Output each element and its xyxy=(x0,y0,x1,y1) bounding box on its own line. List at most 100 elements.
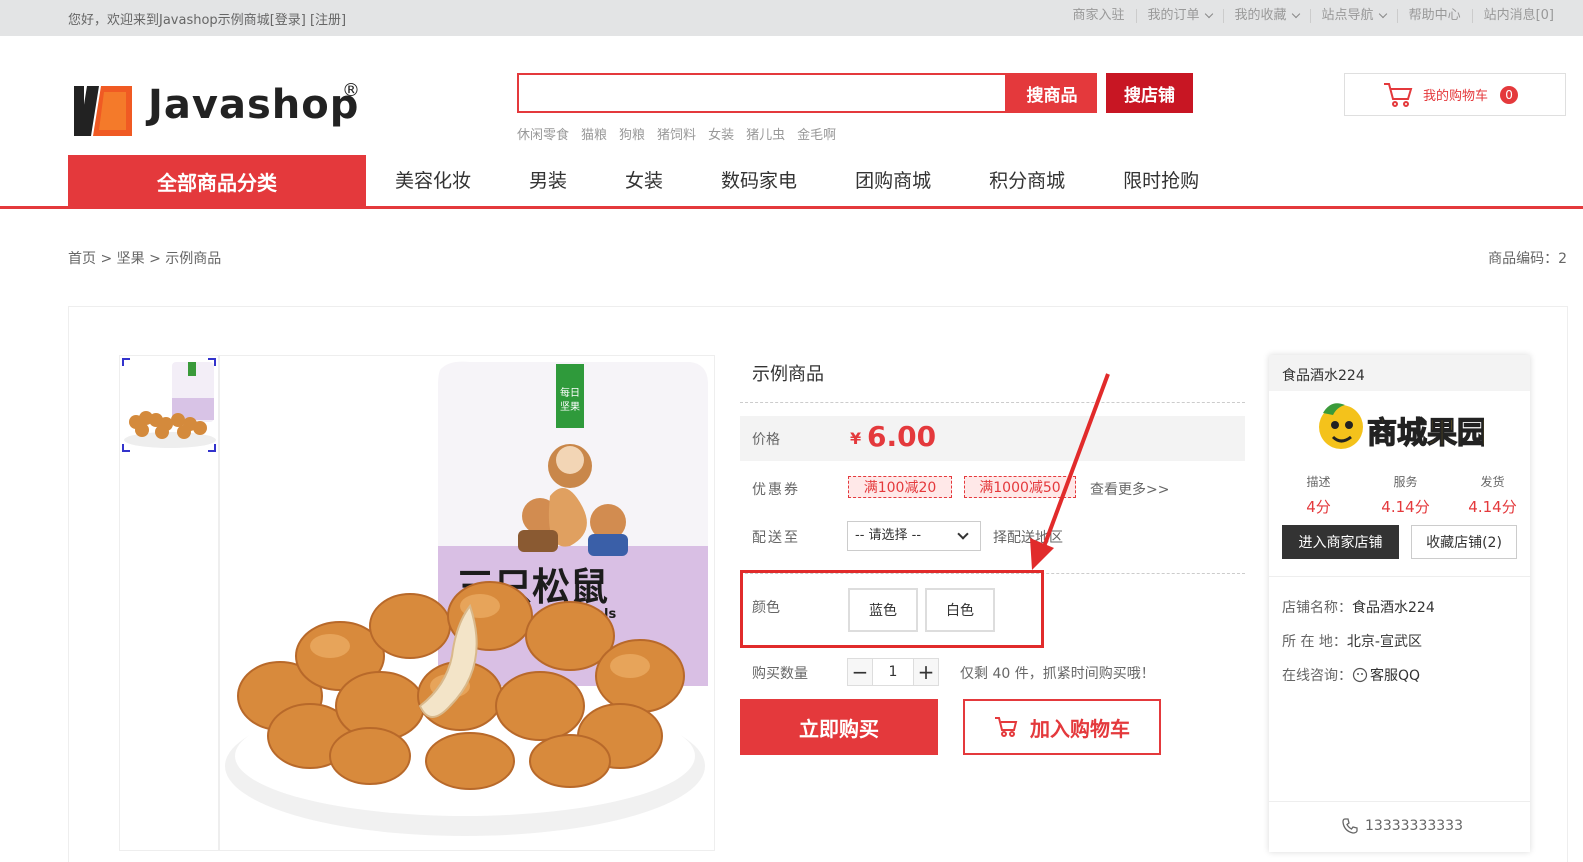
delivery-select-value: -- 请选择 -- xyxy=(855,528,922,543)
rating-title: 发货 xyxy=(1480,475,1505,489)
logo-text: Javashop xyxy=(148,82,360,128)
breadcrumb: 首页 > 坚果 > 示例商品 xyxy=(68,248,221,268)
hot-keywords: 休闲零食 猫粮 狗粮 猪饲料 女装 猪儿虫 金毛啊 xyxy=(517,124,836,143)
thumbnail-image xyxy=(124,362,216,448)
hotword-link[interactable]: 猫粮 xyxy=(581,124,607,143)
nav-item-beauty[interactable]: 美容化妆 xyxy=(366,155,500,207)
annotation-arrow-icon xyxy=(1030,373,1110,570)
shop-ratings: 描述 4分 服务 4.14分 发货 4.14分 xyxy=(1269,473,1530,517)
welcome-message: 您好，欢迎来到Javashop示例商城 xyxy=(68,13,270,28)
stock-text: 仅剩 40 件，抓紧时间购买哦！ xyxy=(960,666,1155,682)
chevron-down-icon xyxy=(1204,9,1213,19)
quantity-stepper: − 1 + xyxy=(847,658,939,686)
rating-title: 服务 xyxy=(1393,475,1418,489)
main-nav: 全部商品分类 美容化妆 男装 女装 数码家电 团购商城 积分商城 限时抢购 xyxy=(0,155,1583,209)
cart-count-badge: 0 xyxy=(1500,85,1519,104)
favorite-shop-button[interactable]: 收藏店铺(2) xyxy=(1411,525,1517,559)
product-thumbnail[interactable] xyxy=(120,356,218,454)
my-orders-link[interactable]: 我的订单 xyxy=(1135,9,1223,23)
merchant-join-link[interactable]: 商家入驻 xyxy=(1062,9,1136,23)
hotword-link[interactable]: 猪饲料 xyxy=(657,124,696,143)
cart-label: 我的购物车 xyxy=(1423,89,1489,104)
search-box xyxy=(517,73,1007,113)
phone-icon xyxy=(1342,818,1358,834)
hotword-link[interactable]: 猪儿虫 xyxy=(746,124,785,143)
all-categories-button[interactable]: 全部商品分类 xyxy=(68,155,366,207)
welcome-text: 您好，欢迎来到Javashop示例商城[登录] [注册] xyxy=(68,9,346,28)
add-to-cart-label: 加入购物车 xyxy=(1030,716,1130,741)
coupon-tag[interactable]: 满100减20 xyxy=(848,476,952,498)
shop-phone: 13333333333 xyxy=(1341,817,1463,835)
shop-logo-text: 商城果园 xyxy=(1367,416,1484,451)
login-link[interactable]: [登录] xyxy=(270,9,306,28)
my-favorites-link[interactable]: 我的收藏 xyxy=(1222,9,1310,23)
logo-registered-mark: ® xyxy=(342,80,360,101)
site-nav-link[interactable]: 站点导航 xyxy=(1309,9,1397,23)
chevron-down-icon xyxy=(1378,9,1387,19)
delivery-region-select[interactable]: -- 请选择 -- xyxy=(847,521,981,551)
register-link[interactable]: [注册] xyxy=(310,9,346,28)
svg-text:坚果: 坚果 xyxy=(560,401,580,413)
hotword-link[interactable]: 女装 xyxy=(708,124,734,143)
qq-service-link[interactable]: 客服QQ xyxy=(1370,665,1420,685)
delivery-label: 配送至 xyxy=(752,530,800,546)
shop-card: 食品酒水224 商城果园 描述 4分 服务 4.14分 发货 4.14分 进入商家店铺… xyxy=(1269,355,1530,852)
nav-item-flash-sale[interactable]: 限时抢购 xyxy=(1094,155,1228,207)
shop-name-header[interactable]: 食品酒水224 xyxy=(1269,355,1530,391)
breadcrumb-home[interactable]: 首页 xyxy=(68,251,96,267)
shop-logo[interactable]: 商城果园 xyxy=(1309,397,1484,465)
quantity-label: 购买数量 xyxy=(752,666,808,682)
coupon-label: 优惠券 xyxy=(752,482,800,498)
breadcrumb-separator: > xyxy=(149,251,161,267)
hotword-link[interactable]: 金毛啊 xyxy=(797,124,836,143)
breadcrumb-category[interactable]: 坚果 xyxy=(117,251,145,267)
add-to-cart-button[interactable]: 加入购物车 xyxy=(963,699,1161,755)
product-price: 6.00 xyxy=(867,420,937,453)
shop-phone-number: 13333333333 xyxy=(1365,818,1463,834)
quantity-input[interactable]: 1 xyxy=(873,658,913,686)
shop-info-name: 店铺名称：食品酒水224 xyxy=(1282,600,1435,616)
product-photo: 每日 坚果 三只松鼠 Squirrels xyxy=(225,361,708,836)
cart-icon xyxy=(995,717,1018,737)
breadcrumb-separator: > xyxy=(100,251,113,267)
divider xyxy=(740,402,1245,403)
thumbnail-list xyxy=(119,355,219,851)
hotword-link[interactable]: 狗粮 xyxy=(619,124,645,143)
site-logo[interactable]: Javashop ® xyxy=(72,80,362,140)
cart-button[interactable]: 我的购物车 0 xyxy=(1344,73,1566,116)
cart-icon xyxy=(1384,82,1413,107)
divider xyxy=(1269,576,1530,577)
quantity-decrease-button[interactable]: − xyxy=(847,658,873,686)
divider xyxy=(1269,801,1530,802)
rating-value: 4.14分 xyxy=(1381,498,1430,516)
logo-mark-icon xyxy=(74,86,132,136)
product-main-image[interactable]: 每日 坚果 三只松鼠 Squirrels xyxy=(219,355,715,851)
nav-item-points-mall[interactable]: 积分商城 xyxy=(960,155,1094,207)
nav-item-menswear[interactable]: 男装 xyxy=(500,155,596,207)
qq-icon xyxy=(1352,667,1368,683)
buy-now-button[interactable]: 立即购买 xyxy=(740,699,938,755)
search-goods-button[interactable]: 搜商品 xyxy=(1007,73,1097,113)
rating-value: 4.14分 xyxy=(1468,498,1517,516)
shop-info-location: 所 在 地：北京-宣武区 xyxy=(1282,634,1422,650)
svg-text:每日: 每日 xyxy=(560,386,580,399)
shop-info-consult: 在线咨询： 客服QQ xyxy=(1282,665,1420,685)
search-shop-button[interactable]: 搜店铺 xyxy=(1106,73,1193,113)
help-center-link[interactable]: 帮助中心 xyxy=(1396,9,1472,23)
rating-value: 4分 xyxy=(1306,498,1331,516)
product-name: 示例商品 xyxy=(752,364,824,385)
search-input[interactable] xyxy=(519,75,1005,111)
nav-item-womenswear[interactable]: 女装 xyxy=(596,155,692,207)
quantity-increase-button[interactable]: + xyxy=(913,658,939,686)
top-links: 商家入驻 我的订单 我的收藏 站点导航 帮助中心 站内消息[0] xyxy=(1062,9,1566,23)
top-bar: 您好，欢迎来到Javashop示例商城[登录] [注册] 商家入驻 我的订单 我… xyxy=(0,0,1583,36)
chevron-down-icon xyxy=(1291,9,1300,19)
site-messages-link[interactable]: 站内消息[0] xyxy=(1471,9,1565,23)
currency-symbol: ¥ xyxy=(850,429,862,448)
hotword-link[interactable]: 休闲零食 xyxy=(517,124,569,143)
nav-item-electronics[interactable]: 数码家电 xyxy=(692,155,826,207)
nav-item-group-buy[interactable]: 团购商城 xyxy=(826,155,960,207)
annotation-highlight-box xyxy=(740,570,1044,648)
enter-shop-button[interactable]: 进入商家店铺 xyxy=(1282,525,1399,559)
product-sku: 商品编码：2 xyxy=(1488,251,1567,267)
